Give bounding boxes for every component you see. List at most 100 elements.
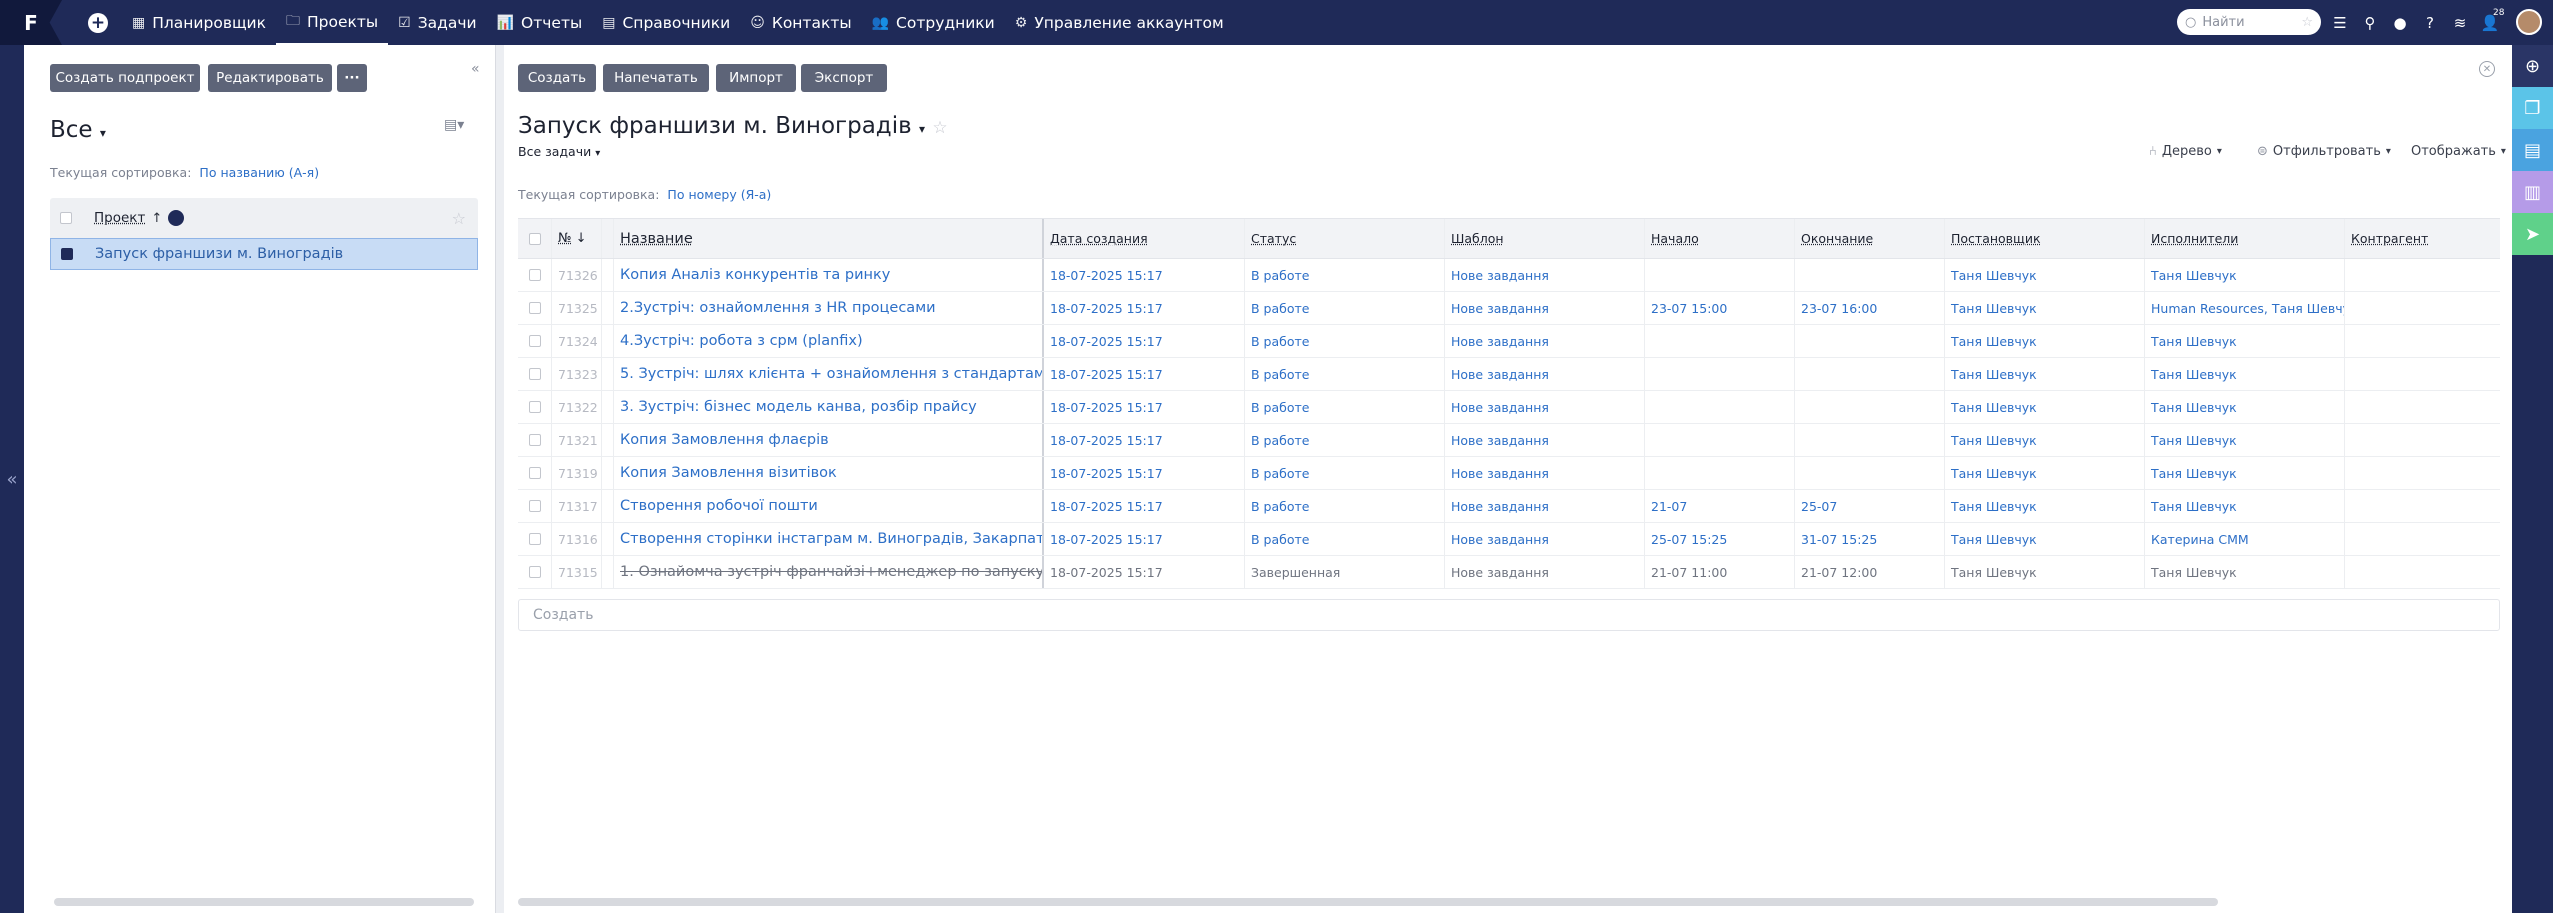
quick-add-button[interactable]: + (88, 12, 108, 33)
task-author[interactable]: Таня Шевчук (1945, 259, 2145, 291)
col-created-header[interactable]: Дата создания (1044, 219, 1245, 258)
task-name[interactable]: 1. Ознайомча зустріч франчайзі+менеджер … (614, 556, 1044, 588)
avatar[interactable] (2516, 9, 2542, 35)
edit-button[interactable]: Редактировать (208, 64, 332, 92)
more-actions-button[interactable]: ··· (337, 64, 367, 92)
task-author[interactable]: Таня Шевчук (1945, 523, 2145, 555)
send-icon[interactable]: ➤ (2512, 213, 2553, 255)
task-name[interactable]: Копия Замовлення флаєрів (614, 424, 1044, 456)
task-status[interactable]: В работе (1245, 391, 1445, 423)
documents-icon[interactable]: ❐ (2512, 87, 2553, 129)
task-status[interactable]: В работе (1245, 325, 1445, 357)
collapse-panel-button[interactable]: « (471, 61, 480, 77)
task-name[interactable]: 2.Зустріч: ознайомлення з HR процесами (614, 292, 1044, 324)
create-subproject-button[interactable]: Создать подпроект (50, 64, 200, 92)
row-checkbox[interactable] (528, 566, 541, 578)
row-checkbox[interactable] (528, 401, 541, 413)
row-checkbox[interactable] (528, 434, 541, 446)
task-executors[interactable]: Таня Шевчук (2145, 556, 2345, 588)
project-checkbox[interactable] (61, 248, 73, 260)
expand-sidebar-handle[interactable]: « (0, 45, 24, 913)
menu-icon[interactable]: ☰ (2330, 14, 2350, 32)
info-icon[interactable]: ● (2390, 14, 2410, 32)
col-executors-header[interactable]: Исполнители (2145, 219, 2345, 258)
table-row[interactable]: 71317 Створення робочої пошти 18-07-2025 1… (518, 490, 2500, 523)
task-author[interactable]: Таня Шевчук (1945, 424, 2145, 456)
col-name-header[interactable]: Название (614, 219, 1044, 258)
col-status-header[interactable]: Статус (1245, 219, 1445, 258)
task-executors[interactable]: Катерина СММ (2145, 523, 2345, 555)
task-name[interactable]: 5. Зустріч: шлях клієнта + ознайомлення … (614, 358, 1044, 390)
task-executors[interactable]: Таня Шевчук (2145, 490, 2345, 522)
nav-account[interactable]: ⚙ Управление аккаунтом (1005, 0, 1234, 45)
help-icon[interactable]: ? (2420, 14, 2440, 32)
task-executors[interactable]: Таня Шевчук (2145, 259, 2345, 291)
task-status[interactable]: В работе (1245, 358, 1445, 390)
col-author-header[interactable]: Постановщик (1945, 219, 2145, 258)
task-status[interactable]: В работе (1245, 259, 1445, 291)
projects-filter-title[interactable]: Все ▾ (50, 117, 106, 143)
global-search[interactable]: ○ Найти ☆ (2177, 9, 2321, 35)
star-icon[interactable]: ☆ (2301, 15, 2313, 30)
filter-icon[interactable] (168, 210, 185, 226)
print-button[interactable]: Напечатать (603, 64, 709, 92)
task-status[interactable]: В работе (1245, 292, 1445, 324)
clipboard-icon[interactable]: ▤ (2512, 129, 2553, 171)
nav-employees[interactable]: 👥 Сотрудники (862, 0, 1005, 45)
display-dropdown[interactable]: Отображать ▾ (2411, 144, 2506, 159)
task-author[interactable]: Таня Шевчук (1945, 490, 2145, 522)
task-executors[interactable]: Таня Шевчук (2145, 457, 2345, 489)
analytics-icon[interactable]: ▥ (2512, 171, 2553, 213)
row-checkbox[interactable] (528, 269, 541, 281)
app-logo[interactable]: F (0, 0, 62, 45)
task-author[interactable]: Таня Шевчук (1945, 292, 2145, 324)
task-name[interactable]: Копия Замовлення візитівок (614, 457, 1044, 489)
nav-reports[interactable]: 📊 Отчеты (487, 0, 593, 45)
task-executors[interactable]: Human Resources, Таня Шевчук (2145, 292, 2345, 324)
nav-tasks[interactable]: ☑ Задачи (388, 0, 486, 45)
select-all-tasks-checkbox[interactable] (528, 232, 541, 245)
caret-down-icon[interactable]: ▾ (919, 122, 925, 136)
col-template-header[interactable]: Шаблон (1445, 219, 1645, 258)
col-start-header[interactable]: Начало (1645, 219, 1795, 258)
col-project-header[interactable]: Проект (94, 210, 145, 226)
col-end-header[interactable]: Окончание (1795, 219, 1945, 258)
task-status[interactable]: В работе (1245, 490, 1445, 522)
nav-projects[interactable]: 🗀 Проекты (276, 0, 389, 45)
row-checkbox[interactable] (528, 533, 541, 545)
all-tasks-dropdown[interactable]: Все задачи ▾ (518, 144, 600, 159)
table-row[interactable]: 71321 Копия Замовлення флаєрів 18-07-2025 … (518, 424, 2500, 457)
table-row[interactable]: 71316 Створення сторінки інстаграм м. Вин… (518, 523, 2500, 556)
task-status[interactable]: Завершенная (1245, 556, 1445, 588)
task-executors[interactable]: Таня Шевчук (2145, 391, 2345, 423)
row-checkbox[interactable] (528, 302, 541, 314)
task-status[interactable]: В работе (1245, 523, 1445, 555)
task-executors[interactable]: Таня Шевчук (2145, 424, 2345, 456)
create-task-input[interactable]: Создать (518, 599, 2500, 631)
signpost-icon[interactable]: ⊕ (2512, 45, 2553, 87)
left-sort-value[interactable]: По названию (А-я) (199, 165, 319, 180)
select-all-checkbox[interactable] (60, 212, 72, 224)
task-author[interactable]: Таня Шевчук (1945, 457, 2145, 489)
nav-directories[interactable]: ▤ Справочники (592, 0, 740, 45)
create-task-button[interactable]: Создать (518, 64, 596, 92)
favorite-star-icon[interactable]: ☆ (932, 118, 947, 138)
table-row[interactable]: 71326 Копия Аналіз конкурентів та ринку 18… (518, 259, 2500, 292)
task-author[interactable]: Таня Шевчук (1945, 556, 2145, 588)
task-name[interactable]: Копия Аналіз конкурентів та ринку (614, 259, 1044, 291)
favorite-star-icon[interactable]: ☆ (452, 209, 466, 228)
search-input[interactable]: Найти (2202, 15, 2244, 30)
row-checkbox[interactable] (528, 500, 541, 512)
col-num-header[interactable]: № ↓ (552, 219, 602, 258)
project-name[interactable]: Запуск франшизи м. Виноградів (95, 246, 343, 262)
task-name[interactable]: 3. Зустріч: бізнес модель канва, розбір … (614, 391, 1044, 423)
task-name[interactable]: 4.Зустріч: робота з срм (planfix) (614, 325, 1044, 357)
main-sort-value[interactable]: По номеру (Я-а) (667, 187, 771, 202)
row-checkbox[interactable] (528, 467, 541, 479)
row-checkbox[interactable] (528, 335, 541, 347)
table-row[interactable]: 71323 5. Зустріч: шлях клієнта + ознайомл… (518, 358, 2500, 391)
task-status[interactable]: В работе (1245, 457, 1445, 489)
main-horizontal-scrollbar[interactable] (518, 898, 2218, 906)
close-icon[interactable]: ✕ (2479, 61, 2495, 77)
nav-planner[interactable]: ▦ Планировщик (122, 0, 276, 45)
